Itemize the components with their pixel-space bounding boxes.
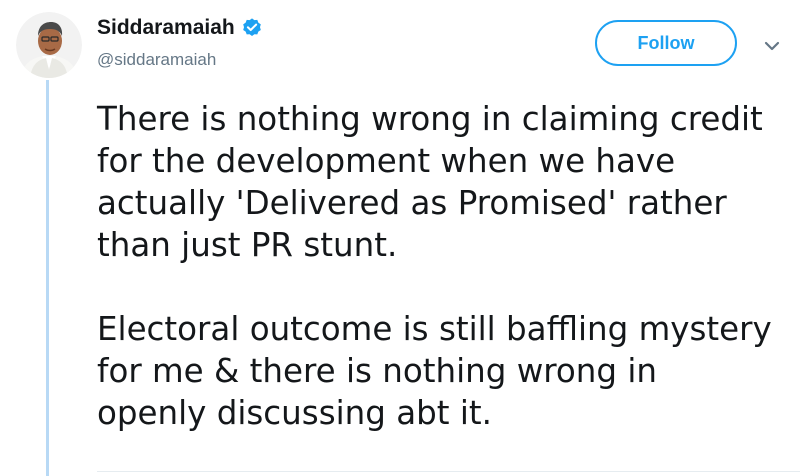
verified-badge-icon [241,17,263,39]
tweet-paragraph: There is nothing wrong in claiming credi… [97,100,763,264]
author-handle[interactable]: @siddaramaiah [97,50,216,70]
author-name-row: Siddaramaiah [97,16,263,40]
chevron-down-icon[interactable] [762,36,782,56]
tweet-paragraph: Electoral outcome is still baffling myst… [97,310,772,432]
divider [97,471,800,472]
author-display-name[interactable]: Siddaramaiah [97,16,235,40]
avatar[interactable] [16,12,82,78]
thread-line [46,80,49,476]
tweet-card: Siddaramaiah @siddaramaiah Follow There … [0,0,800,476]
follow-button[interactable]: Follow [595,20,737,66]
tweet-text: There is nothing wrong in claiming credi… [97,98,797,434]
